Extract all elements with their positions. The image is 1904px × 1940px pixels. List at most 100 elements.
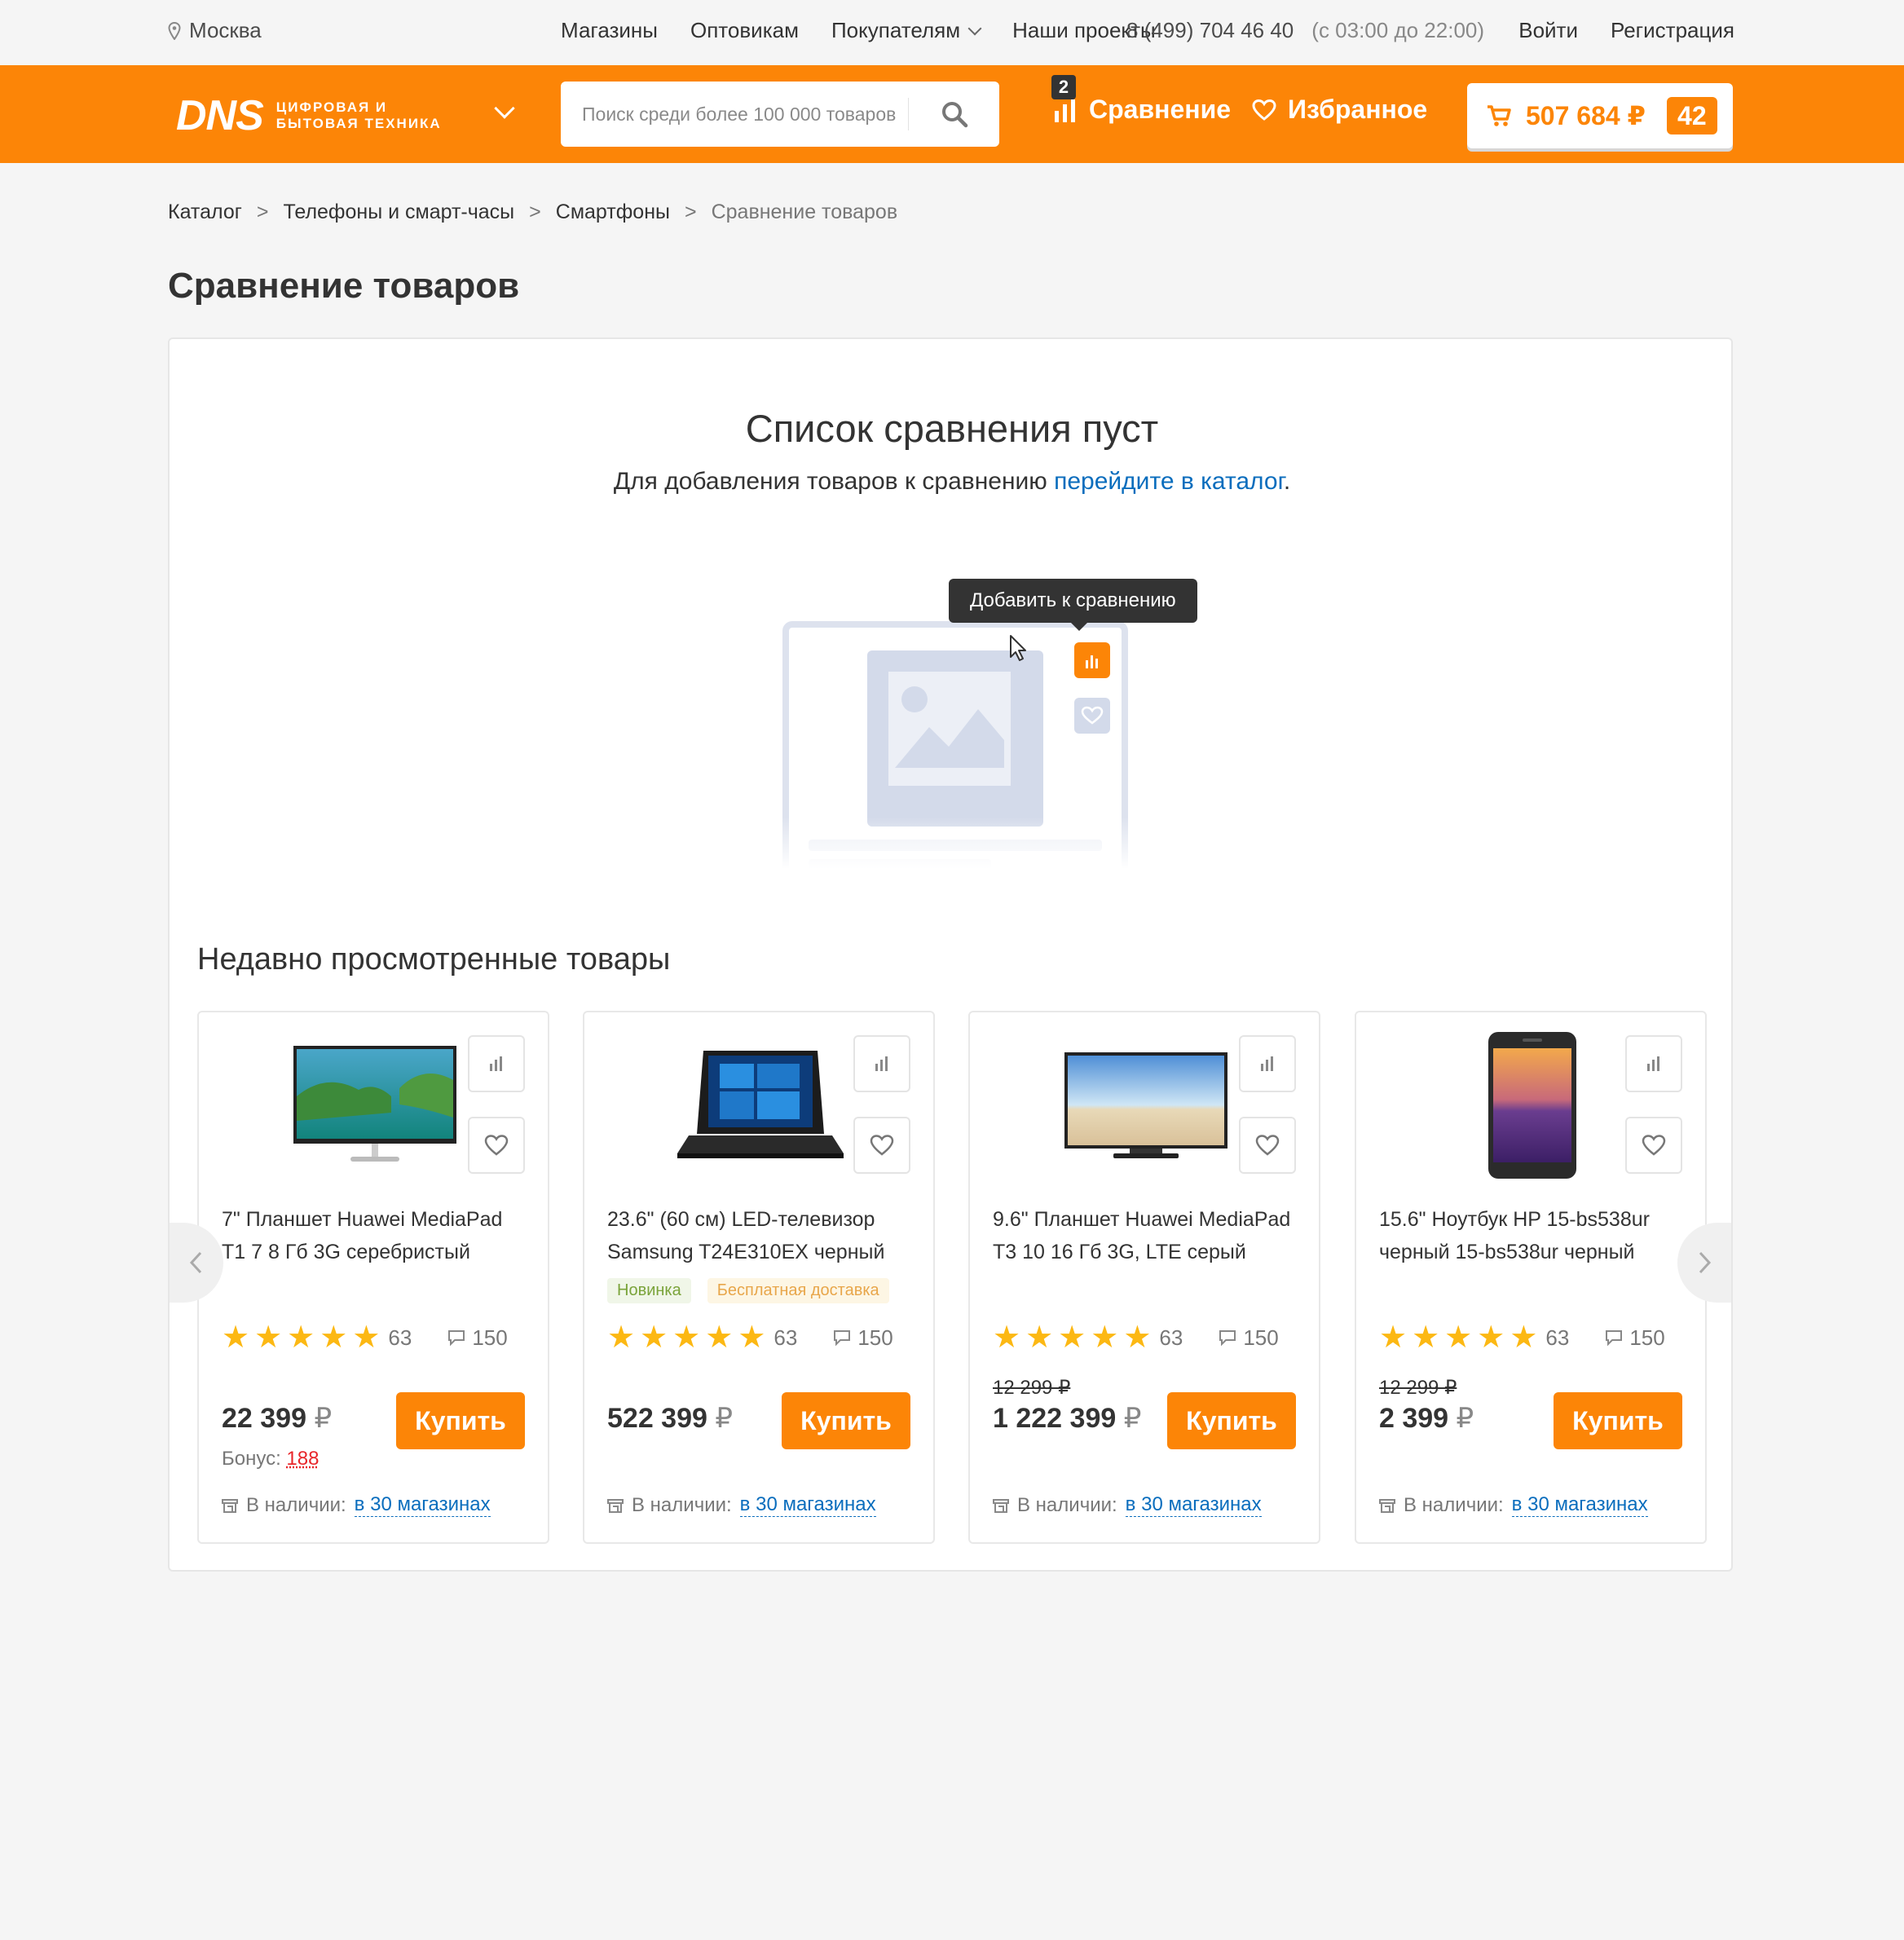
add-to-compare-button[interactable] [1625, 1035, 1682, 1092]
tv-image [1064, 1052, 1227, 1158]
store-icon [1379, 1498, 1395, 1513]
product-name[interactable]: 15.6" Ноутбук HP 15-bs538ur черный 15-bs… [1379, 1203, 1689, 1268]
product-bonus: Бонус: 188 [222, 1448, 319, 1470]
add-to-favorites-button[interactable] [853, 1117, 910, 1174]
nav-wholesale[interactable]: Оптовикам [690, 18, 799, 43]
buy-button[interactable]: Купить [1167, 1392, 1296, 1449]
breadcrumb-phones[interactable]: Телефоны и смарт-часы [284, 201, 515, 224]
breadcrumb-separator: > [684, 201, 697, 223]
breadcrumb-smartphones[interactable]: Смартфоны [556, 201, 670, 224]
compare-count-badge: 2 [1051, 74, 1076, 99]
product-rating[interactable]: ★ ★ ★ ★ ★ 63 150 [993, 1322, 1279, 1353]
availability-stores-link[interactable]: в 30 магазинах [354, 1493, 491, 1517]
product-card[interactable]: 23.6" (60 см) LED-телевизор Samsung T24E… [583, 1011, 935, 1544]
star-icon: ★ [993, 1321, 1021, 1355]
star-icon: ★ [254, 1321, 283, 1355]
product-card[interactable]: 9.6" Планшет Huawei MediaPad T3 10 16 Гб… [968, 1011, 1320, 1544]
top-bar: Москва Магазины Оптовикам Покупателям На… [0, 0, 1904, 65]
price-value: 522 399 [607, 1403, 707, 1434]
availability-label: В наличии: [246, 1493, 346, 1516]
product-image[interactable] [1438, 1032, 1627, 1179]
catalog-link[interactable]: перейдите в каталог [1054, 468, 1284, 495]
favorites-link[interactable]: Избранное [1252, 95, 1427, 125]
main-header: DNS цифровая и бытовая техника 2 Сравнен… [0, 65, 1904, 163]
add-to-favorites-button[interactable] [1625, 1117, 1682, 1174]
price-value: 2 399 [1379, 1403, 1449, 1434]
availability-stores-link[interactable]: в 30 магазинах [1511, 1493, 1648, 1517]
logo-tagline-line1: цифровая и [275, 99, 388, 115]
rating-stars: ★ ★ ★ ★ ★ [607, 1322, 765, 1353]
cart-button[interactable]: 507 684 ₽ 42 [1467, 83, 1733, 148]
product-name[interactable]: 9.6" Планшет Huawei MediaPad T3 10 16 Гб… [993, 1203, 1302, 1268]
breadcrumb-separator: > [529, 201, 541, 223]
add-to-compare-button[interactable] [468, 1035, 525, 1092]
star-icon: ★ [1025, 1321, 1054, 1355]
currency-symbol: ₽ [1123, 1403, 1142, 1434]
login-link[interactable]: Войти [1518, 18, 1578, 43]
comments-count[interactable]: 150 [833, 1325, 893, 1351]
availability-stores-link[interactable]: в 30 магазинах [1125, 1493, 1262, 1517]
product-rating[interactable]: ★ ★ ★ ★ ★ 63 150 [607, 1322, 893, 1353]
dns-logo[interactable]: DNS цифровая и бытовая техника [176, 95, 442, 137]
monitor-image [293, 1046, 456, 1162]
nav-stores[interactable]: Магазины [561, 18, 658, 43]
breadcrumb-separator: > [256, 201, 269, 223]
star-icon: ★ [1058, 1321, 1086, 1355]
city-name: Москва [189, 18, 262, 42]
product-image[interactable] [1051, 1035, 1241, 1174]
store-icon [222, 1498, 238, 1513]
logo-tagline-line2: бытовая техника [275, 116, 442, 131]
product-price: 22 399 ₽ [222, 1402, 332, 1435]
old-price: 12 299 ₽ [993, 1377, 1071, 1399]
empty-text-after: . [1283, 468, 1291, 495]
product-card[interactable]: 7" Планшет Huawei MediaPad T1 7 8 Гб 3G … [197, 1011, 549, 1544]
product-rating[interactable]: ★ ★ ★ ★ ★ 63 150 [1379, 1322, 1665, 1353]
city-selector[interactable]: Москва [168, 18, 262, 43]
add-to-favorites-button[interactable] [468, 1117, 525, 1174]
chevron-down-icon [967, 21, 982, 36]
comments-value: 150 [1243, 1325, 1279, 1350]
product-card[interactable]: 15.6" Ноутбук HP 15-bs538ur черный 15-bs… [1355, 1011, 1707, 1544]
product-rating[interactable]: ★ ★ ★ ★ ★ 63 150 [222, 1322, 508, 1353]
bonus-label: Бонус: [222, 1448, 287, 1470]
heart-icon [1252, 99, 1276, 121]
breadcrumb-current: Сравнение товаров [711, 201, 898, 223]
bonus-value[interactable]: 188 [286, 1448, 319, 1470]
product-name[interactable]: 23.6" (60 см) LED-телевизор Samsung T24E… [607, 1203, 917, 1268]
search-icon [941, 102, 967, 128]
catalog-chevron-icon[interactable] [494, 98, 515, 119]
buy-button[interactable]: Купить [396, 1392, 525, 1449]
add-to-favorites-button[interactable] [1239, 1117, 1296, 1174]
phone-image [1488, 1032, 1576, 1179]
product-name[interactable]: 7" Планшет Huawei MediaPad T1 7 8 Гб 3G … [222, 1203, 531, 1268]
add-to-compare-button[interactable] [1239, 1035, 1296, 1092]
bar-chart-icon [875, 1056, 888, 1071]
product-image[interactable] [666, 1035, 855, 1174]
buy-button[interactable]: Купить [1554, 1392, 1682, 1449]
buy-button[interactable]: Купить [782, 1392, 910, 1449]
star-icon: ★ [1091, 1321, 1119, 1355]
bar-chart-icon [1647, 1056, 1659, 1071]
nav-customers-menu[interactable]: Покупателям [831, 18, 982, 43]
comment-icon [448, 1330, 465, 1347]
comments-count[interactable]: 150 [1605, 1325, 1665, 1351]
availability-stores-link[interactable]: в 30 магазинах [739, 1493, 876, 1517]
add-to-compare-button[interactable] [853, 1035, 910, 1092]
comments-count[interactable]: 150 [447, 1325, 508, 1351]
product-image[interactable] [280, 1035, 469, 1174]
star-icon: ★ [1444, 1321, 1473, 1355]
register-link[interactable]: Регистрация [1611, 18, 1734, 43]
availability-label: В наличии: [1404, 1493, 1504, 1516]
breadcrumb-catalog[interactable]: Каталог [168, 201, 242, 224]
star-icon: ★ [1510, 1321, 1538, 1355]
logo-tagline: цифровая и бытовая техника [276, 99, 442, 132]
availability: В наличии: в 30 магазинах [607, 1493, 876, 1517]
comments-count[interactable]: 150 [1219, 1325, 1279, 1351]
phone-number[interactable]: 8 (499) 704 46 40 [1126, 18, 1294, 42]
auth-links: Войти Регистрация [1518, 18, 1734, 43]
compare-link[interactable]: 2 Сравнение [1051, 74, 1231, 125]
page-title: Сравнение товаров [168, 266, 520, 306]
search-button[interactable] [909, 82, 999, 147]
chevron-right-icon [1699, 1251, 1712, 1274]
search-input[interactable] [582, 103, 909, 126]
